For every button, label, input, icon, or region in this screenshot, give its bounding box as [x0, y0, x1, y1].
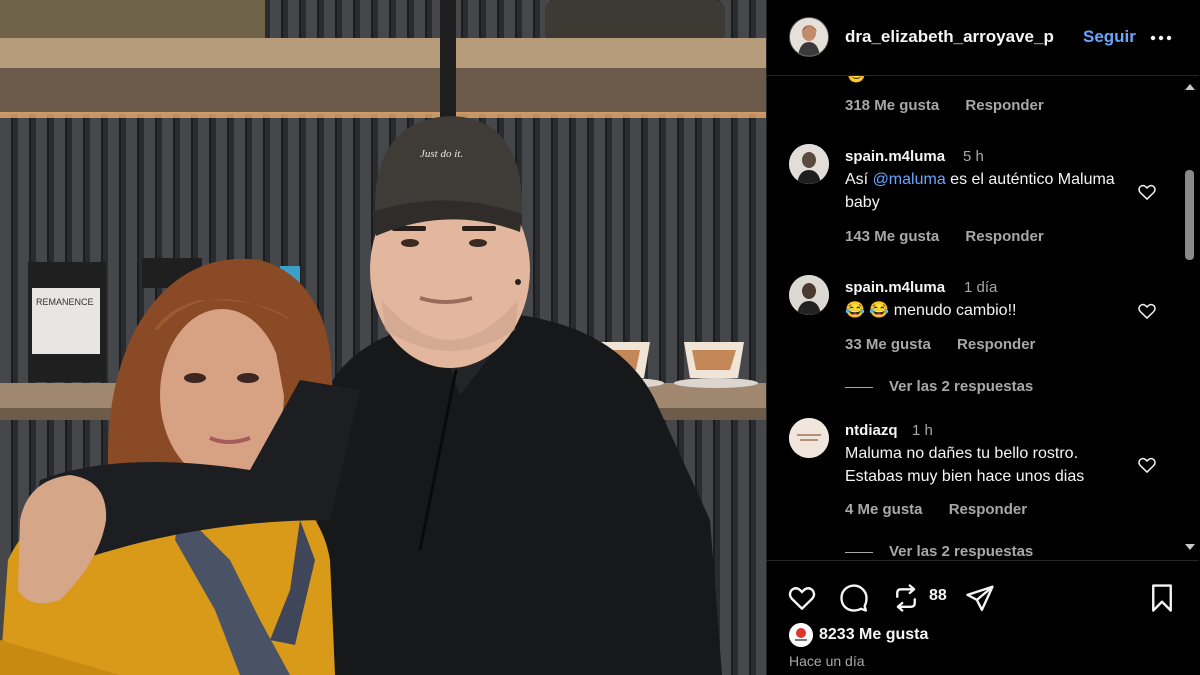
like-comment-icon[interactable]: [1137, 301, 1157, 321]
reply-button[interactable]: Responder: [965, 228, 1043, 245]
mention-link[interactable]: @maluma: [873, 171, 946, 188]
commenter-avatar[interactable]: [789, 418, 829, 458]
comment-username[interactable]: spain.m4luma: [845, 279, 945, 296]
comment-text: 😂 😂 menudo cambio!!: [845, 302, 1017, 319]
reply-button[interactable]: Responder: [965, 97, 1043, 114]
comment-time: 1 día: [964, 279, 998, 296]
follow-button[interactable]: Seguir: [1083, 27, 1136, 47]
comment-text: Así @maluma es el auténtico Maluma baby: [845, 168, 1135, 214]
heart-icon[interactable]: [787, 583, 817, 613]
view-replies-link[interactable]: Ver las 2 respuestas: [845, 543, 1033, 560]
comment-meta: 4 Me gusta Responder: [845, 501, 1049, 518]
repost-count: 88: [929, 587, 947, 604]
post-side-panel: dra_elizabeth_arroyave_p Seguir 😊 318 Me…: [766, 0, 1200, 675]
view-replies-link[interactable]: Ver las 2 respuestas: [845, 378, 1033, 395]
comment-meta: 143 Me gusta Responder: [845, 228, 1066, 245]
view-replies-label[interactable]: Ver las 2 respuestas: [889, 378, 1033, 395]
more-options-icon[interactable]: [1149, 28, 1173, 48]
comment-likes[interactable]: 33 Me gusta: [845, 336, 931, 353]
cropped-emoji: 😊: [847, 76, 866, 84]
comment-meta: 33 Me gusta Responder: [845, 336, 1057, 353]
post-timestamp: Hace un día: [789, 653, 865, 669]
comment-text: Maluma no dañes tu bello rostro. Estabas…: [845, 445, 1085, 485]
author-username[interactable]: dra_elizabeth_arroyave_p: [845, 27, 1054, 47]
comments-list[interactable]: 😊 318 Me gusta Responder spain.m4luma 5 …: [767, 76, 1183, 560]
cap-text: Just do it.: [420, 148, 463, 160]
author-avatar[interactable]: [789, 17, 829, 57]
scroll-up-arrow-icon[interactable]: [1185, 84, 1195, 90]
reply-button[interactable]: Responder: [949, 501, 1027, 518]
comment-time: 1 h: [912, 422, 933, 439]
comment-likes[interactable]: 143 Me gusta: [845, 228, 939, 245]
likes-avatar[interactable]: [789, 623, 813, 647]
commenter-avatar[interactable]: [789, 144, 829, 184]
replies-divider: [845, 551, 873, 553]
commenter-avatar[interactable]: [789, 275, 829, 315]
coffee-bag-text: REMANENCE: [36, 297, 94, 307]
comment-username[interactable]: ntdiazq: [845, 422, 898, 439]
replies-divider: [845, 386, 873, 388]
bookmark-icon[interactable]: [1147, 583, 1177, 613]
post-photo: REMANENCE Just do it.: [0, 0, 766, 675]
like-comment-icon[interactable]: [1137, 455, 1157, 475]
comment-icon[interactable]: [839, 583, 869, 613]
share-icon[interactable]: [965, 583, 995, 613]
scrollbar-thumb[interactable]: [1185, 170, 1194, 260]
reply-button[interactable]: Responder: [957, 336, 1035, 353]
view-replies-label[interactable]: Ver las 2 respuestas: [889, 543, 1033, 560]
comment-username[interactable]: spain.m4luma: [845, 148, 945, 165]
post-actions-bar: 88 8233 Me gusta Hace un día: [767, 560, 1199, 675]
scroll-down-arrow-icon[interactable]: [1185, 544, 1195, 550]
comment-likes[interactable]: 4 Me gusta: [845, 501, 923, 518]
comment-time: 5 h: [963, 148, 984, 165]
likes-count[interactable]: 8233 Me gusta: [819, 626, 928, 644]
comment-likes[interactable]: 318 Me gusta: [845, 97, 939, 114]
repost-icon[interactable]: [891, 583, 921, 613]
post-header: dra_elizabeth_arroyave_p Seguir: [767, 0, 1199, 76]
comment-meta: 318 Me gusta Responder: [845, 97, 1066, 114]
comment-text-start: Así: [845, 171, 873, 188]
comments-scrollbar[interactable]: [1181, 76, 1197, 560]
like-comment-icon[interactable]: [1137, 182, 1157, 202]
